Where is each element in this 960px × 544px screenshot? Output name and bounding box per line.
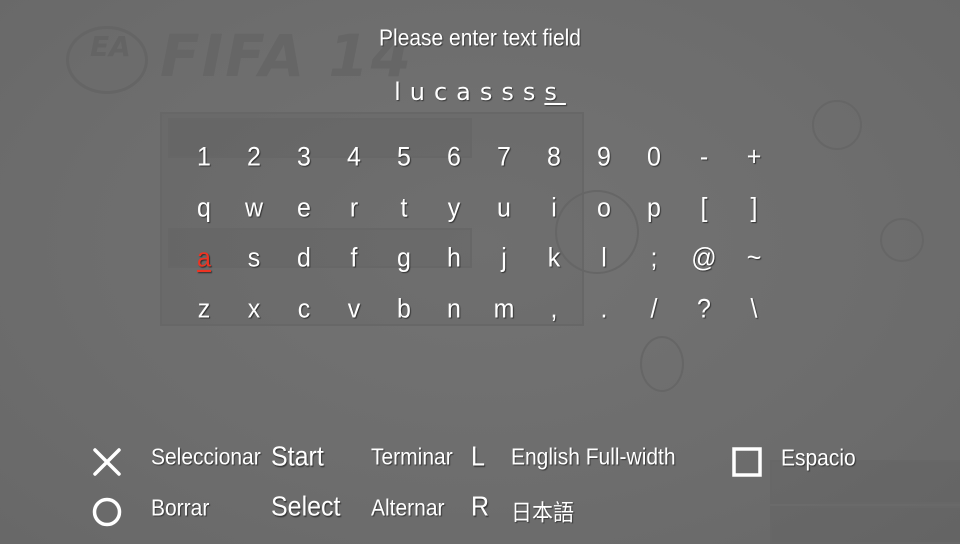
keyboard-key[interactable]: p	[634, 186, 674, 229]
keyboard-key[interactable]: c	[284, 287, 324, 330]
select-action-label: Alternar	[371, 496, 445, 521]
background-badge	[880, 218, 924, 262]
keyboard-key[interactable]: x	[234, 287, 274, 330]
keyboard-key[interactable]: l	[584, 236, 624, 279]
r-action-label: 日本語	[511, 501, 574, 527]
circle-action-label: Borrar	[151, 496, 210, 521]
select-button-glyph: Select	[271, 491, 341, 523]
keyboard-key[interactable]: ]	[734, 186, 774, 229]
keyboard-key[interactable]: 1	[184, 135, 224, 178]
keyboard-key[interactable]: j	[484, 236, 524, 279]
keyboard-key[interactable]: h	[434, 236, 474, 279]
keyboard-key[interactable]: 2	[234, 135, 274, 178]
circle-button-icon	[92, 497, 122, 527]
keyboard-key[interactable]: ~	[734, 236, 774, 279]
keyboard-key[interactable]: m	[484, 287, 524, 330]
keyboard-key[interactable]: a	[184, 236, 224, 279]
keyboard-key[interactable]: /	[634, 287, 674, 330]
keyboard-key[interactable]: ?	[684, 287, 724, 330]
keyboard-key[interactable]: 7	[484, 135, 524, 178]
keyboard-key[interactable]: -	[684, 135, 724, 178]
keyboard-key[interactable]: 5	[384, 135, 424, 178]
keyboard-key[interactable]: d	[284, 236, 324, 279]
keyboard-key[interactable]: 4	[334, 135, 374, 178]
keyboard-key[interactable]: s	[234, 236, 274, 279]
keyboard-key[interactable]: q	[184, 186, 224, 229]
keyboard-key[interactable]: u	[484, 186, 524, 229]
text-entry-field[interactable]: lucassss	[370, 78, 590, 112]
keyboard-key[interactable]: @	[684, 236, 724, 279]
keyboard-key[interactable]: 8	[534, 135, 574, 178]
background-badge	[640, 336, 684, 392]
keyboard-key[interactable]: 9	[584, 135, 624, 178]
l-button-glyph: L	[471, 441, 485, 473]
keyboard-key[interactable]: i	[534, 186, 574, 229]
keyboard-key[interactable]: y	[434, 186, 474, 229]
keyboard-key[interactable]: ;	[634, 236, 674, 279]
keyboard-key[interactable]: .	[584, 287, 624, 330]
keyboard-key[interactable]: ,	[534, 287, 574, 330]
keyboard-key[interactable]: g	[384, 236, 424, 279]
background-panel	[770, 506, 960, 544]
background-badge	[812, 100, 862, 150]
square-action-label: Espacio	[781, 446, 856, 471]
keyboard-key[interactable]: e	[284, 186, 324, 229]
keyboard-key[interactable]: 3	[284, 135, 324, 178]
keyboard-key[interactable]: r	[334, 186, 374, 229]
keyboard-key[interactable]: f	[334, 236, 374, 279]
keyboard-key[interactable]: z	[184, 287, 224, 330]
start-button-glyph: Start	[271, 441, 324, 473]
keyboard-key[interactable]: o	[584, 186, 624, 229]
square-button-icon	[732, 447, 762, 477]
keyboard-key[interactable]: v	[334, 287, 374, 330]
keyboard-key[interactable]: [	[684, 186, 724, 229]
cross-button-icon	[93, 448, 121, 476]
entry-cursor-char: s	[544, 78, 566, 106]
keyboard-key[interactable]: +	[734, 135, 774, 178]
keyboard-key[interactable]: w	[234, 186, 274, 229]
r-button-glyph: R	[471, 491, 490, 523]
keyboard-key[interactable]: t	[384, 186, 424, 229]
keyboard-key[interactable]: k	[534, 236, 574, 279]
entry-text: lucasss	[394, 78, 545, 106]
keyboard-key[interactable]: b	[384, 287, 424, 330]
keyboard-key[interactable]: 0	[634, 135, 674, 178]
cross-action-label: Seleccionar	[151, 445, 261, 470]
start-action-label: Terminar	[371, 445, 453, 470]
keyboard-screen: EA FIFA 14 Please enter text field lucas…	[0, 0, 960, 544]
keyboard-key[interactable]: 6	[434, 135, 474, 178]
keyboard-key[interactable]: \	[734, 287, 774, 330]
l-action-label: English Full-width	[511, 445, 676, 470]
keyboard-prompt: Please enter text field	[379, 26, 581, 51]
keyboard-key[interactable]: n	[434, 287, 474, 330]
